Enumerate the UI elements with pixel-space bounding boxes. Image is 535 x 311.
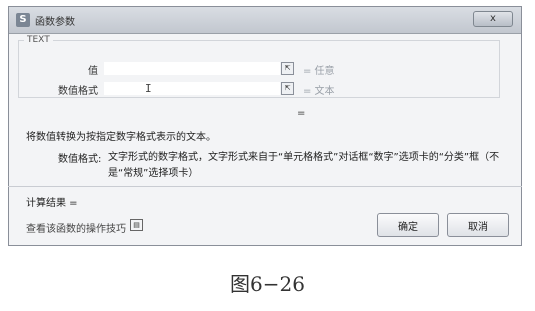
value-label: 值 [88, 66, 98, 77]
title-bar: S 函数参数 x [9, 7, 521, 34]
video-help-icon[interactable]: ▤ [130, 219, 143, 231]
close-button[interactable]: x [473, 11, 513, 27]
value-result: = 任意 [303, 66, 335, 77]
format-result: = 文本 [303, 86, 335, 97]
value-range-picker-icon[interactable]: ⇱ [281, 62, 294, 75]
value-input[interactable] [104, 62, 280, 75]
dialog-title: 函数参数 [35, 17, 75, 28]
ok-button[interactable]: 确定 [377, 213, 439, 237]
format-label: 数值格式 [58, 86, 98, 97]
format-input[interactable] [104, 82, 280, 95]
help-link[interactable]: 查看该函数的操作技巧 [26, 220, 126, 235]
divider [8, 186, 522, 187]
param-name: 数值格式: [58, 154, 102, 165]
group-title: TEXT [24, 35, 53, 45]
format-range-picker-icon[interactable]: ⇱ [281, 82, 294, 95]
function-description: 将数值转换为按指定数字格式表示的文本。 [26, 132, 216, 143]
function-result-equals: = [297, 108, 306, 119]
cancel-button[interactable]: 取消 [447, 213, 509, 237]
calc-result: 计算结果 = [26, 198, 78, 209]
app-icon: S [16, 13, 30, 27]
figure-caption: 图6−26 [230, 272, 305, 296]
param-description: 文字形式的数字格式，文字形式来自于“单元格格式”对话框“数字”选项卡的“分类”框… [108, 152, 500, 179]
text-cursor-icon: I [145, 82, 152, 95]
